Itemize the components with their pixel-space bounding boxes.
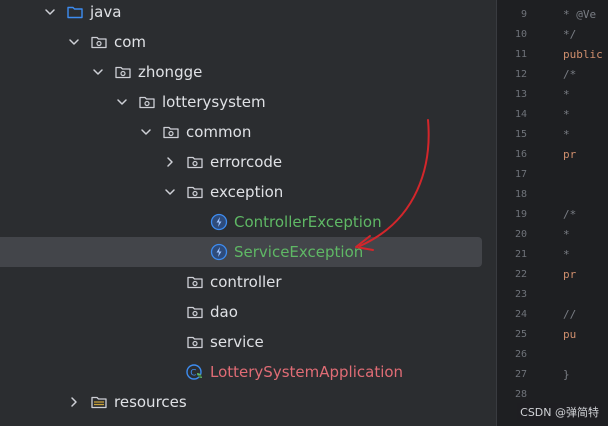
chevron-down-icon[interactable]	[114, 94, 130, 110]
tree-node-label: service	[210, 333, 264, 351]
tree-node-label: LotterySystemApplication	[210, 363, 404, 381]
code-editor[interactable]: * @Ve */public /* * * * pr /* * * pr // p…	[496, 0, 608, 426]
chevron-down-icon[interactable]	[90, 64, 106, 80]
tree-node-service[interactable]: service	[0, 327, 496, 357]
chevron-right-icon[interactable]	[162, 154, 178, 170]
source-folder-icon	[66, 3, 84, 21]
code-line[interactable]: pr	[563, 265, 576, 285]
tree-node-label: exception	[210, 183, 284, 201]
code-line[interactable]: public	[563, 45, 603, 65]
code-line[interactable]: */	[563, 25, 576, 45]
chevron-down-icon[interactable]	[162, 184, 178, 200]
line-number: 20	[514, 229, 527, 240]
package-icon	[186, 183, 204, 201]
chevron-down-icon[interactable]	[66, 34, 82, 50]
tree-node-controllerexception[interactable]: ControllerException	[0, 207, 496, 237]
tree-node-label: resources	[114, 393, 187, 411]
code-line[interactable]: *	[563, 225, 570, 245]
tree-node-label: dao	[210, 303, 238, 321]
line-number: 21	[514, 249, 527, 260]
spring-boot-class-icon: C	[186, 363, 204, 381]
package-icon	[114, 63, 132, 81]
line-number: 24	[514, 309, 527, 320]
tree-node-common[interactable]: common	[0, 117, 496, 147]
code-line[interactable]: * @Ve	[563, 5, 596, 25]
tree-node-controller[interactable]: controller	[0, 267, 496, 297]
chevron-down-icon[interactable]	[42, 4, 58, 20]
tree-node-label: java	[90, 3, 122, 21]
line-number: 14	[514, 109, 527, 120]
tree-node-resources[interactable]: resources	[0, 387, 496, 417]
exception-class-icon	[210, 243, 228, 261]
package-icon	[186, 273, 204, 291]
tree-node-errorcode[interactable]: errorcode	[0, 147, 496, 177]
tree-node-zhongge[interactable]: zhongge	[0, 57, 496, 87]
exception-class-icon	[210, 213, 228, 231]
tree-node-com[interactable]: com	[0, 27, 496, 57]
tree-node-java[interactable]: java	[0, 0, 496, 27]
line-number: 28	[514, 389, 527, 400]
tree-node-label: zhongge	[138, 63, 203, 81]
tree-node-label: ControllerException	[234, 213, 382, 231]
tree-node-label: controller	[210, 273, 282, 291]
line-number: 11	[514, 49, 527, 60]
line-number: 12	[514, 69, 527, 80]
package-icon	[186, 303, 204, 321]
code-line[interactable]: pr	[563, 145, 576, 165]
line-number: 15	[514, 129, 527, 140]
tree-node-dao[interactable]: dao	[0, 297, 496, 327]
line-number: 9	[520, 9, 527, 20]
code-line[interactable]: /*	[563, 65, 576, 85]
project-tree-panel: java com zhongge lotterysystem common errorco…	[0, 0, 496, 426]
code-line[interactable]: *	[563, 105, 570, 125]
line-number: 17	[514, 169, 527, 180]
line-number: 22	[514, 269, 527, 280]
code-line[interactable]: /*	[563, 205, 576, 225]
package-icon	[186, 153, 204, 171]
line-number: 10	[514, 29, 527, 40]
package-icon	[186, 333, 204, 351]
tree-node-label: com	[114, 33, 147, 51]
tree-node-lotterysystemapplication[interactable]: C LotterySystemApplication	[0, 357, 496, 387]
line-number: 19	[514, 209, 527, 220]
line-number: 25	[514, 329, 527, 340]
tree-node-label: common	[186, 123, 252, 141]
code-line[interactable]: pu	[563, 325, 576, 345]
tree-node-label: errorcode	[210, 153, 283, 171]
code-line[interactable]: *	[563, 245, 570, 265]
csdn-watermark: CSDN @弹简特	[517, 403, 602, 421]
code-line[interactable]: *	[563, 85, 570, 105]
line-number: 23	[514, 289, 527, 300]
line-number: 27	[514, 369, 527, 380]
resources-folder-icon	[90, 393, 108, 411]
tree-node-exception[interactable]: exception	[0, 177, 496, 207]
svg-text:C: C	[190, 369, 196, 379]
chevron-down-icon[interactable]	[138, 124, 154, 140]
line-number: 16	[514, 149, 527, 160]
code-line[interactable]: *	[563, 125, 570, 145]
tree-node-serviceexception[interactable]: ServiceException	[0, 237, 496, 267]
line-number: 18	[514, 189, 527, 200]
line-number: 26	[514, 349, 527, 360]
code-line[interactable]: }	[563, 365, 570, 385]
chevron-right-icon[interactable]	[66, 394, 82, 410]
tree-node-lotterysystem[interactable]: lotterysystem	[0, 87, 496, 117]
package-icon	[138, 93, 156, 111]
tree-node-label: lotterysystem	[162, 93, 266, 111]
code-line[interactable]: //	[563, 305, 576, 325]
tree-node-label: ServiceException	[234, 243, 364, 261]
package-icon	[90, 33, 108, 51]
package-icon	[162, 123, 180, 141]
line-number: 13	[514, 89, 527, 100]
